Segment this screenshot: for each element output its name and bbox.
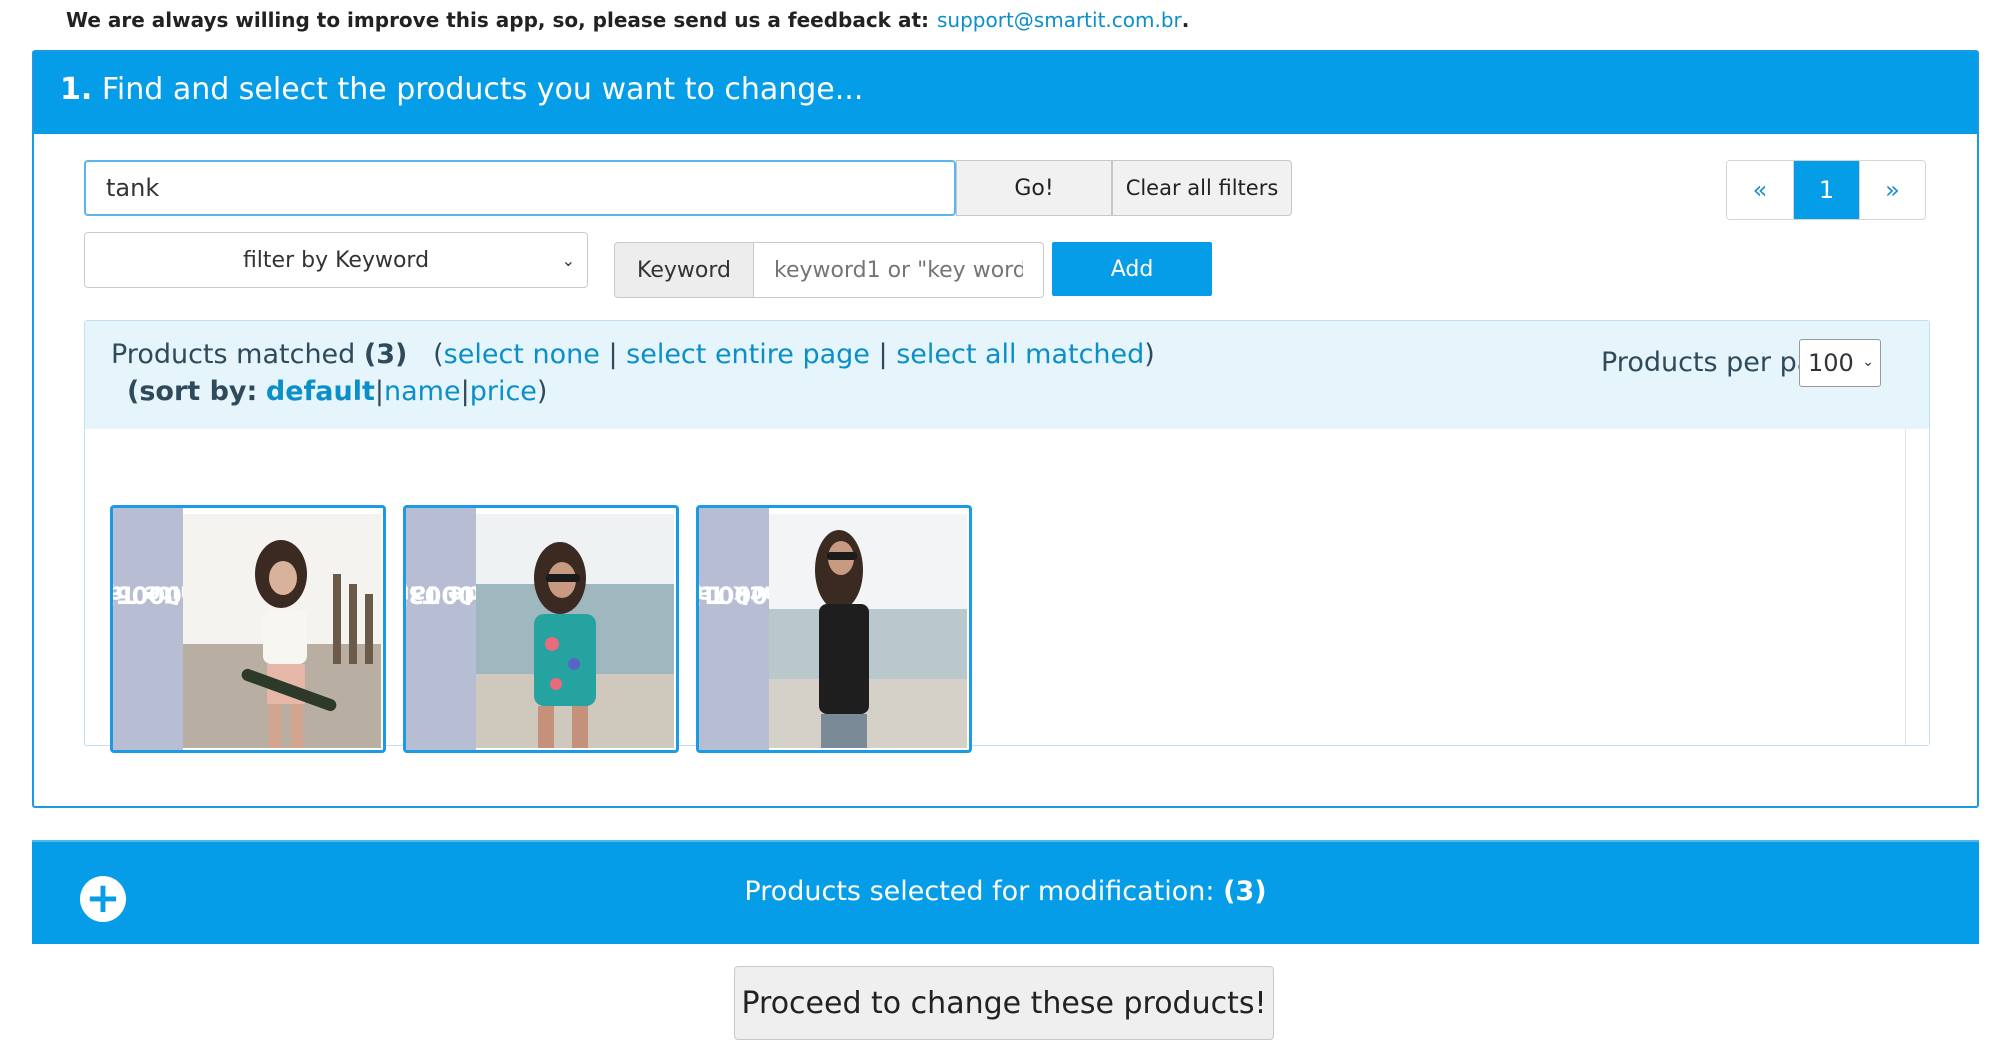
sort-prefix: (sort by: [127,376,258,407]
selected-label: Products selected for modification: [744,876,1215,907]
separator: | [878,339,888,370]
page-1-button[interactable]: 1 [1793,161,1859,219]
feedback-text: We are always willing to improve this ap… [66,8,929,32]
product-card[interactable]: [0003]Jade Tank [403,505,679,753]
keyword-input[interactable] [754,242,1044,298]
separator: | [608,339,618,370]
search-input[interactable] [84,160,956,216]
matched-products-box: Products matched (3) (select none | sele… [84,320,1930,753]
product-label-band: [0001]Black Tank [699,508,806,750]
selected-count: (3) [1223,876,1267,907]
select-all-matched-link[interactable]: select all matched [896,339,1144,370]
separator: | [460,376,470,407]
chevron-down-icon: ⌄ [1862,354,1874,370]
selected-products-bar[interactable]: + Products selected for modification: (3… [32,840,1979,944]
panel-header: 1. Find and select the products you want… [34,52,1977,134]
scrollbar[interactable] [1905,429,1929,745]
sort-price-link[interactable]: price [470,376,537,407]
panel-title-text: Find and select the products you want to… [101,72,864,107]
select-entire-page-link[interactable]: select entire page [626,339,870,370]
close-paren: ) [1144,339,1155,370]
product-label-band: [0003]Jade Tank [406,508,506,750]
proceed-button[interactable]: Proceed to change these products! [734,966,1274,1040]
matched-label: Products matched [111,339,356,370]
clear-filters-button[interactable]: Clear all filters [1112,160,1292,216]
add-keyword-button[interactable]: Add [1052,242,1212,296]
matched-summary: Products matched (3) (select none | sele… [111,339,1155,370]
sort-options: (sort by: default|name|price) [127,376,547,407]
per-page-value: 100 [1808,349,1854,377]
matched-count: (3) [363,339,408,370]
close-paren: ) [536,376,548,407]
matched-header: Products matched (3) (select none | sele… [85,321,1929,429]
panel-title: 1. Find and select the products you want… [60,72,863,107]
product-image [769,514,967,748]
open-paren: ( [433,339,444,370]
prev-page-button[interactable]: « [1727,161,1793,219]
sort-default-link[interactable]: default [266,376,375,407]
selected-products-text: Products selected for modification: (3) [32,876,1979,907]
sort-name-link[interactable]: name [384,376,461,407]
go-button[interactable]: Go! [956,160,1112,216]
product-image [183,514,381,748]
find-products-panel: 1. Find and select the products you want… [32,50,1979,808]
next-page-button[interactable]: » [1859,161,1925,219]
product-card[interactable]: [0001]Black Tank [696,505,972,753]
separator: | [374,376,385,407]
per-page-select[interactable]: 100 ⌄ [1799,339,1881,387]
filter-type-value: filter by Keyword [242,247,430,273]
chevron-down-icon: ⌄ [561,251,575,270]
product-image [476,514,674,748]
feedback-line: We are always willing to improve this ap… [66,8,1189,32]
filter-type-select[interactable]: filter by Keyword ⌄ [84,232,588,288]
product-card[interactable]: [0005]White Tank [110,505,386,753]
keyword-label: Keyword [614,242,754,298]
pagination: « 1 » [1726,160,1926,220]
feedback-email-link[interactable]: support@smartit.com.br [937,8,1182,32]
feedback-period: . [1181,8,1190,32]
select-none-link[interactable]: select none [444,339,600,370]
product-label-band: [0005]White Tank [113,508,223,750]
step-number: 1. [60,72,93,107]
